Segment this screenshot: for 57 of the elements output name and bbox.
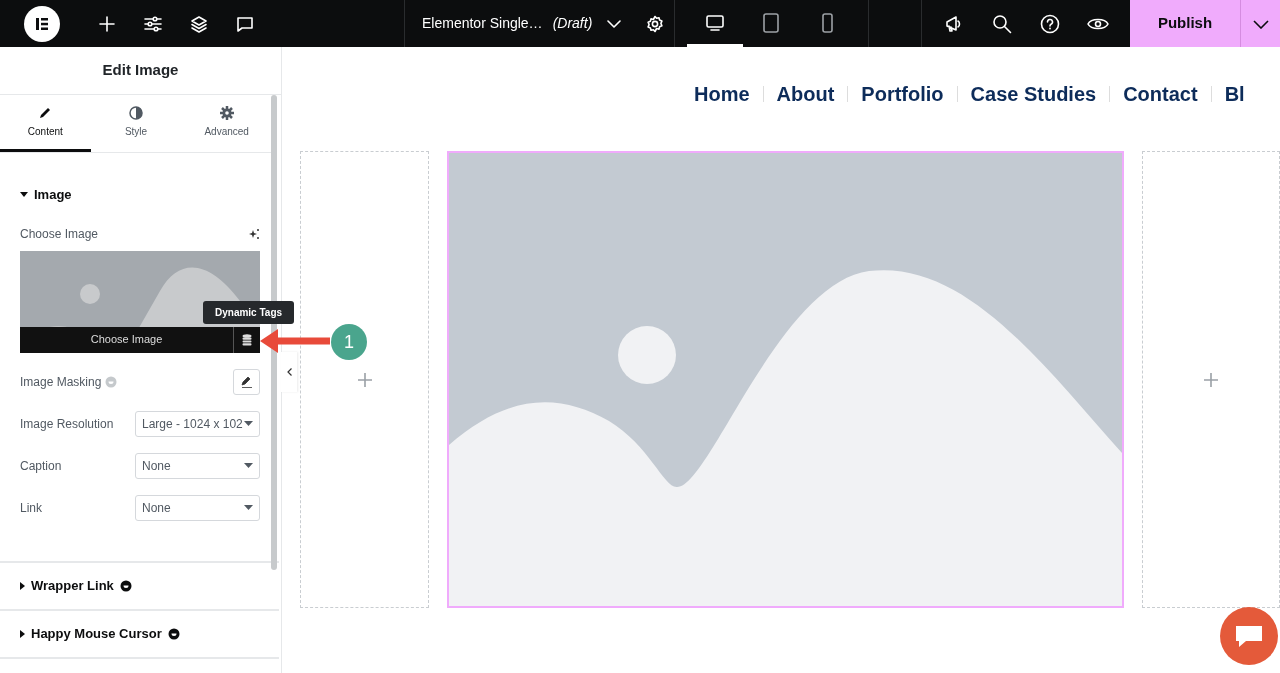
chevron-left-icon [286,368,292,376]
document-title[interactable]: Elementor Single… [422,13,543,34]
panel-tab[interactable]: Content [0,95,91,152]
contrast-icon [129,105,143,120]
pencil-icon [38,105,53,120]
caret-down-icon [244,421,253,426]
chevron-down-icon [607,19,622,28]
ai-sparkle-icon [248,227,260,240]
publish-options-button[interactable] [1240,0,1280,47]
publish-button[interactable]: Publish [1130,0,1240,47]
pencil-icon [240,375,253,388]
field-label: Image Masking [20,373,102,391]
logo-icon [34,15,50,32]
field-label: Link [20,499,42,517]
select-field[interactable]: None [135,494,260,521]
tablet-icon [761,13,781,33]
section-header[interactable]: Image [20,185,72,205]
field-label: Caption [20,457,62,475]
caret-right-icon [20,582,25,590]
search-icon [992,13,1012,34]
chat-button[interactable] [1220,607,1278,665]
edit-button[interactable] [233,368,260,395]
nav-link[interactable]: Case Studies [970,79,1097,109]
gear-icon [219,105,234,120]
sliders-icon [144,15,162,32]
nav-link[interactable]: Home [694,79,750,109]
section-header[interactable]: Happy Mouse Cursor [20,624,180,644]
gear-icon [646,14,665,33]
plus-icon [99,15,115,32]
field-label: Choose Image [20,225,99,243]
layers-icon [190,14,208,33]
field-label: Image Resolution [20,415,114,433]
chevron-down-icon [1252,19,1269,29]
caret-right-icon [20,630,25,638]
plus-icon [1203,372,1218,387]
database-icon [242,333,252,346]
caret-down-icon [244,505,253,510]
nav-link[interactable]: Portfolio [861,79,944,109]
desktop-icon [705,13,725,33]
document-status: (Draft) [552,14,593,33]
panel-tab[interactable]: Style [90,95,182,152]
select-field[interactable]: None [135,452,260,479]
comment-icon [236,14,254,33]
nav-link[interactable]: Contact [1123,79,1198,109]
select-field[interactable]: Large - 1024 x 102 [135,410,260,437]
panel-title: Edit Image [0,47,281,95]
logo-button[interactable] [24,5,60,42]
help-icon [1040,13,1060,34]
step-badge: 1 [331,324,367,360]
chat-icon [1234,623,1264,649]
nav-link[interactable]: Bl [1224,79,1245,109]
section-header[interactable]: Wrapper Link [20,576,132,596]
tooltip: Dynamic Tags [203,301,295,324]
nav-link[interactable]: About [776,79,835,109]
caret-down-icon [244,463,253,468]
caret-down-icon [20,192,28,198]
plus-icon [357,372,372,387]
